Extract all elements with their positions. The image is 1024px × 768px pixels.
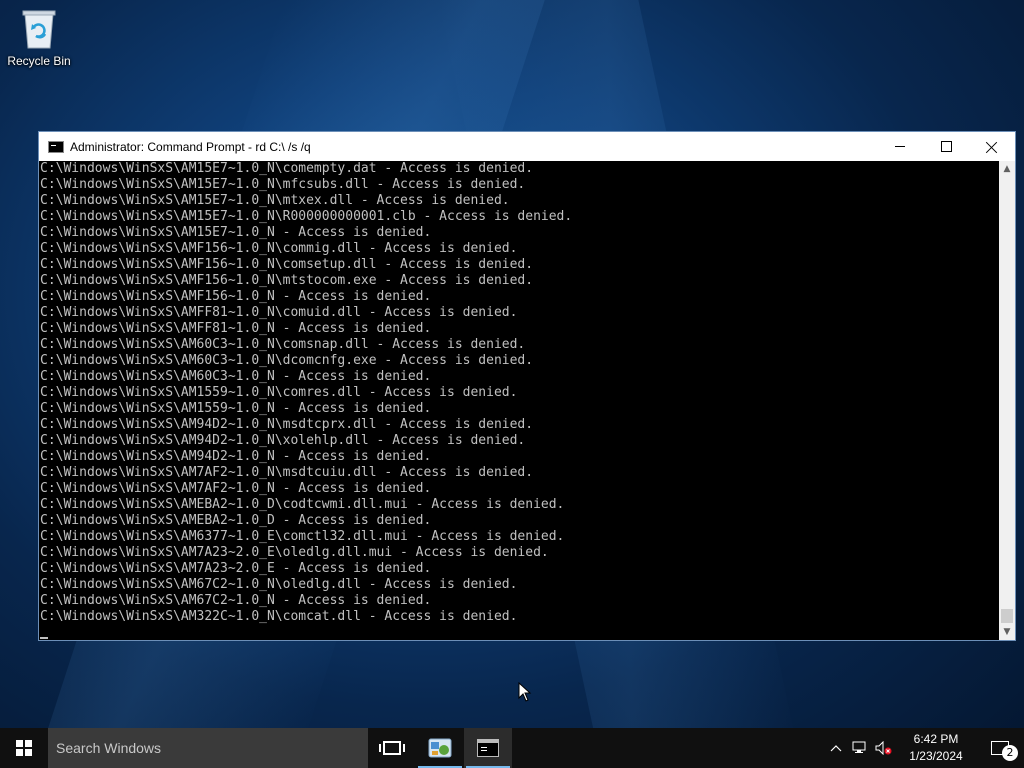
console-line: C:\Windows\WinSxS\AM322C~1.0_N\comcat.dl… (40, 609, 518, 624)
minimize-button[interactable] (877, 132, 923, 161)
scrollbar-thumb[interactable] (1001, 609, 1013, 623)
console-line: C:\Windows\WinSxS\AM15E7~1.0_N\R00000000… (40, 209, 573, 224)
console-line: C:\Windows\WinSxS\AM67C2~1.0_N - Access … (40, 593, 432, 608)
console-line: C:\Windows\WinSxS\AM7A23~2.0_E - Access … (40, 561, 432, 576)
network-icon[interactable] (848, 728, 872, 768)
action-center-button[interactable]: 2 (976, 728, 1024, 768)
command-prompt-icon (48, 140, 64, 153)
taskbar: Search Windows 6:42 PM 1/23/2024 2 (0, 728, 1024, 768)
volume-muted-icon[interactable] (872, 728, 896, 768)
console-line: C:\Windows\WinSxS\AM15E7~1.0_N\comempty.… (40, 161, 534, 176)
vertical-scrollbar[interactable]: ▲ ▼ (999, 161, 1015, 640)
console-line: C:\Windows\WinSxS\AMF156~1.0_N\comsetup.… (40, 257, 534, 272)
desktop-icon-recycle-bin[interactable]: Recycle Bin (4, 6, 74, 68)
console-line: C:\Windows\WinSxS\AM7A23~2.0_E\oledlg.dl… (40, 545, 549, 560)
console-line: C:\Windows\WinSxS\AM94D2~1.0_N - Access … (40, 449, 432, 464)
notification-badge: 2 (1002, 745, 1018, 761)
console-line: C:\Windows\WinSxS\AM15E7~1.0_N\mtxex.dll… (40, 193, 510, 208)
taskbar-app-explorer[interactable] (416, 728, 464, 768)
window-titlebar[interactable]: Administrator: Command Prompt - rd C:\ /… (39, 132, 1015, 161)
console-line: C:\Windows\WinSxS\AMF156~1.0_N\commig.dl… (40, 241, 518, 256)
console-line: C:\Windows\WinSxS\AM15E7~1.0_N\mfcsubs.d… (40, 177, 526, 192)
console-line: C:\Windows\WinSxS\AM94D2~1.0_N\msdtcprx.… (40, 417, 534, 432)
clock[interactable]: 6:42 PM 1/23/2024 (896, 731, 976, 765)
task-view-button[interactable] (368, 728, 416, 768)
task-view-icon (379, 741, 405, 755)
maximize-button[interactable] (923, 132, 969, 161)
recycle-bin-icon (22, 10, 56, 49)
console-line: C:\Windows\WinSxS\AM60C3~1.0_N - Access … (40, 369, 432, 384)
clock-date: 1/23/2024 (909, 749, 963, 763)
start-button[interactable] (0, 728, 48, 768)
command-prompt-window[interactable]: Administrator: Command Prompt - rd C:\ /… (38, 131, 1016, 641)
chevron-up-icon[interactable] (824, 728, 848, 768)
window-title: Administrator: Command Prompt - rd C:\ /… (70, 139, 311, 154)
console-line: C:\Windows\WinSxS\AM6377~1.0_E\comctl32.… (40, 529, 565, 544)
command-prompt-icon (477, 739, 499, 757)
scroll-down-arrow-icon[interactable]: ▼ (999, 624, 1015, 640)
minimize-icon (895, 146, 905, 147)
search-box[interactable]: Search Windows (48, 728, 368, 768)
console-output[interactable]: C:\Windows\WinSxS\AM15E7~1.0_N\comempty.… (39, 161, 999, 640)
text-cursor (40, 637, 48, 639)
console-line: C:\Windows\WinSxS\AM60C3~1.0_N\comsnap.d… (40, 337, 526, 352)
console-line: C:\Windows\WinSxS\AM7AF2~1.0_N - Access … (40, 481, 432, 496)
console-line: C:\Windows\WinSxS\AMF156~1.0_N - Access … (40, 289, 432, 304)
console-line: C:\Windows\WinSxS\AM94D2~1.0_N\xolehlp.d… (40, 433, 526, 448)
console-text: C:\Windows\WinSxS\AM15E7~1.0_N\comempty.… (39, 161, 999, 625)
app-icon (428, 738, 452, 758)
system-tray: 6:42 PM 1/23/2024 2 (824, 728, 1024, 768)
close-button[interactable] (969, 132, 1015, 161)
close-icon (986, 141, 998, 153)
console-line: C:\Windows\WinSxS\AMEBA2~1.0_D - Access … (40, 513, 432, 528)
desktop-icon-label: Recycle Bin (7, 54, 71, 68)
search-placeholder: Search Windows (56, 740, 162, 756)
windows-logo-icon (16, 740, 32, 756)
maximize-icon (940, 141, 952, 152)
console-line: C:\Windows\WinSxS\AM1559~1.0_N\comres.dl… (40, 385, 518, 400)
console-line: C:\Windows\WinSxS\AMF156~1.0_N\mtstocom.… (40, 273, 534, 288)
console-line: C:\Windows\WinSxS\AMFF81~1.0_N - Access … (40, 321, 432, 336)
mouse-pointer-icon (518, 682, 532, 702)
console-line: C:\Windows\WinSxS\AM15E7~1.0_N - Access … (40, 225, 432, 240)
scroll-up-arrow-icon[interactable]: ▲ (999, 161, 1015, 177)
console-line: C:\Windows\WinSxS\AMEBA2~1.0_D\codtcwmi.… (40, 497, 565, 512)
console-line: C:\Windows\WinSxS\AMFF81~1.0_N\comuid.dl… (40, 305, 518, 320)
taskbar-app-command-prompt[interactable] (464, 728, 512, 768)
console-line: C:\Windows\WinSxS\AM1559~1.0_N - Access … (40, 401, 432, 416)
clock-time: 6:42 PM (913, 732, 959, 746)
console-line: C:\Windows\WinSxS\AM60C3~1.0_N\dcomcnfg.… (40, 353, 534, 368)
console-line: C:\Windows\WinSxS\AM7AF2~1.0_N\msdtcuiu.… (40, 465, 534, 480)
console-line: C:\Windows\WinSxS\AM67C2~1.0_N\oledlg.dl… (40, 577, 518, 592)
